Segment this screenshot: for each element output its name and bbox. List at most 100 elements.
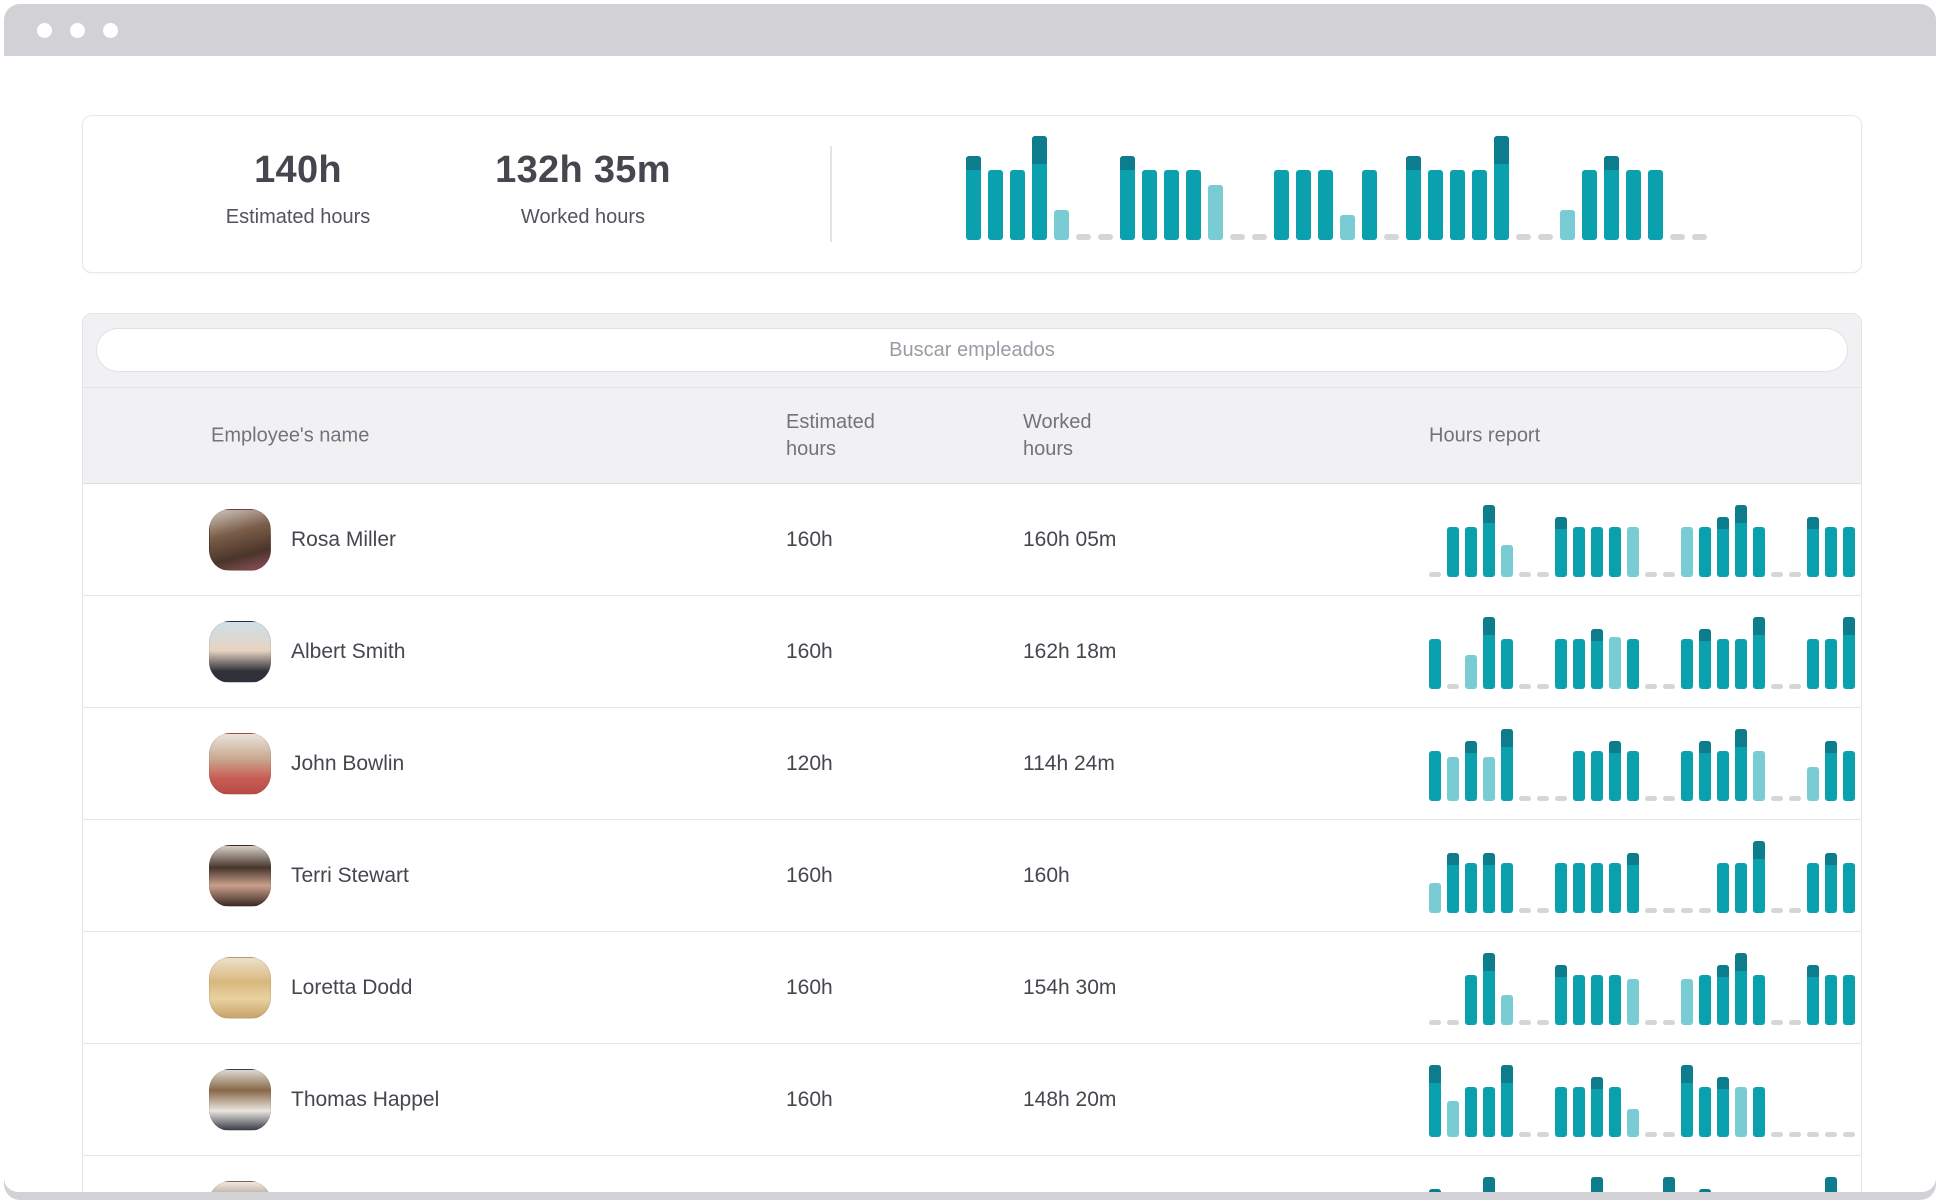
estimated-hours-label: Estimated hours (158, 205, 438, 229)
partial-day-bar (1483, 757, 1495, 801)
overtime-day-bar (1717, 1077, 1729, 1137)
overtime-day-bar (1429, 1065, 1441, 1137)
partial-day-bar (1560, 210, 1575, 240)
column-header-worked-hours: Worked hours (1023, 409, 1133, 463)
worked-day-bar (1573, 863, 1585, 913)
partial-day-bar (1501, 995, 1513, 1025)
worked-day-bar (1843, 751, 1855, 801)
column-header-estimated-hours: Estimated hours (786, 409, 906, 463)
worked-day-bar (1681, 639, 1693, 689)
overtime-day-bar (1681, 1065, 1693, 1137)
day-off-dash (1771, 684, 1783, 689)
window-control-dot[interactable] (37, 23, 52, 38)
worked-day-bar (1753, 975, 1765, 1025)
hours-report-chart (1429, 841, 1862, 913)
employee-avatar (209, 1069, 271, 1131)
overtime-day-bar (1591, 1077, 1603, 1137)
partial-day-bar (1627, 527, 1639, 577)
partial-day-bar (1627, 979, 1639, 1025)
overtime-day-bar (1465, 741, 1477, 801)
worked-day-bar (988, 170, 1003, 240)
day-off-dash (1771, 796, 1783, 801)
overtime-cap (1483, 617, 1495, 635)
worked-day-bar (1318, 170, 1333, 240)
overtime-cap (1429, 1065, 1441, 1083)
hours-report-chart (1429, 1177, 1862, 1192)
worked-day-bar (1555, 863, 1567, 913)
window-control-dot[interactable] (103, 23, 118, 38)
overtime-cap (1807, 965, 1819, 977)
search-input[interactable] (96, 328, 1848, 372)
day-off-dash (1663, 796, 1675, 801)
day-off-dash (1645, 1132, 1657, 1137)
employee-avatar (209, 733, 271, 795)
table-body: Rosa Miller160h160h 05mAlbert Smith160h1… (83, 484, 1861, 1192)
overtime-cap (966, 156, 981, 170)
table-row[interactable]: Albert Smith160h162h 18m (83, 596, 1861, 708)
overtime-cap (1120, 156, 1135, 170)
worked-day-bar (1465, 1087, 1477, 1137)
overtime-cap (1627, 853, 1639, 865)
day-off-dash (1519, 908, 1531, 913)
worked-day-bar (1753, 527, 1765, 577)
employee-avatar (209, 845, 271, 907)
partial-day-bar (1807, 767, 1819, 801)
partial-day-bar (1429, 883, 1441, 913)
day-off-dash (1843, 1132, 1855, 1137)
table-row[interactable]: John Bowlin120h114h 24m (83, 708, 1861, 820)
overtime-cap (1406, 156, 1421, 170)
table-row[interactable]: Rosa Miller160h160h 05m (83, 484, 1861, 596)
day-off-dash (1519, 1020, 1531, 1025)
day-off-dash (1771, 908, 1783, 913)
column-header-hours-report: Hours report (1429, 422, 1540, 449)
overtime-day-bar (1591, 629, 1603, 689)
overtime-day-bar (1699, 1189, 1711, 1192)
table-row[interactable]: Thomas Happel160h148h 20m (83, 1044, 1861, 1156)
overtime-day-bar (1609, 741, 1621, 801)
worked-day-bar (1501, 639, 1513, 689)
window-control-dot[interactable] (70, 23, 85, 38)
overtime-cap (1663, 1177, 1675, 1192)
hours-report-chart (1429, 505, 1862, 577)
overtime-cap (1501, 1065, 1513, 1083)
overtime-day-bar (1825, 1177, 1837, 1192)
worked-day-bar (1735, 863, 1747, 913)
overtime-cap (1501, 729, 1513, 747)
day-off-dash (1789, 684, 1801, 689)
worked-hours-cell: 160h (1023, 864, 1070, 888)
day-off-dash (1699, 908, 1711, 913)
day-off-dash (1789, 908, 1801, 913)
table-row[interactable] (83, 1156, 1861, 1192)
worked-day-bar (1573, 975, 1585, 1025)
worked-day-bar (1609, 863, 1621, 913)
worked-day-bar (1591, 751, 1603, 801)
table-row[interactable]: Loretta Dodd160h154h 30m (83, 932, 1861, 1044)
overtime-day-bar (1032, 136, 1047, 240)
table-row[interactable]: Terri Stewart160h160h (83, 820, 1861, 932)
worked-day-bar (1591, 863, 1603, 913)
worked-day-bar (1591, 527, 1603, 577)
overtime-cap (1591, 629, 1603, 641)
partial-day-bar (1208, 185, 1223, 240)
day-off-dash (1516, 234, 1531, 240)
overtime-day-bar (1807, 965, 1819, 1025)
day-off-dash (1645, 1020, 1657, 1025)
overtime-cap (1717, 517, 1729, 529)
worked-day-bar (1681, 751, 1693, 801)
overtime-cap (1861, 953, 1862, 971)
worked-day-bar (1825, 975, 1837, 1025)
overtime-day-bar (1429, 1189, 1441, 1192)
day-off-dash (1645, 572, 1657, 577)
overtime-cap (1681, 1065, 1693, 1083)
estimated-hours-cell: 120h (786, 752, 833, 776)
employee-avatar (209, 1181, 271, 1192)
partial-day-bar (1681, 979, 1693, 1025)
worked-day-bar (1483, 1087, 1495, 1137)
worked-day-bar (1843, 527, 1855, 577)
worked-day-bar (1573, 751, 1585, 801)
summary-divider (830, 146, 832, 242)
overtime-cap (1735, 729, 1747, 747)
overtime-cap (1483, 953, 1495, 971)
overtime-day-bar (1825, 853, 1837, 913)
worked-day-bar (1861, 639, 1862, 689)
